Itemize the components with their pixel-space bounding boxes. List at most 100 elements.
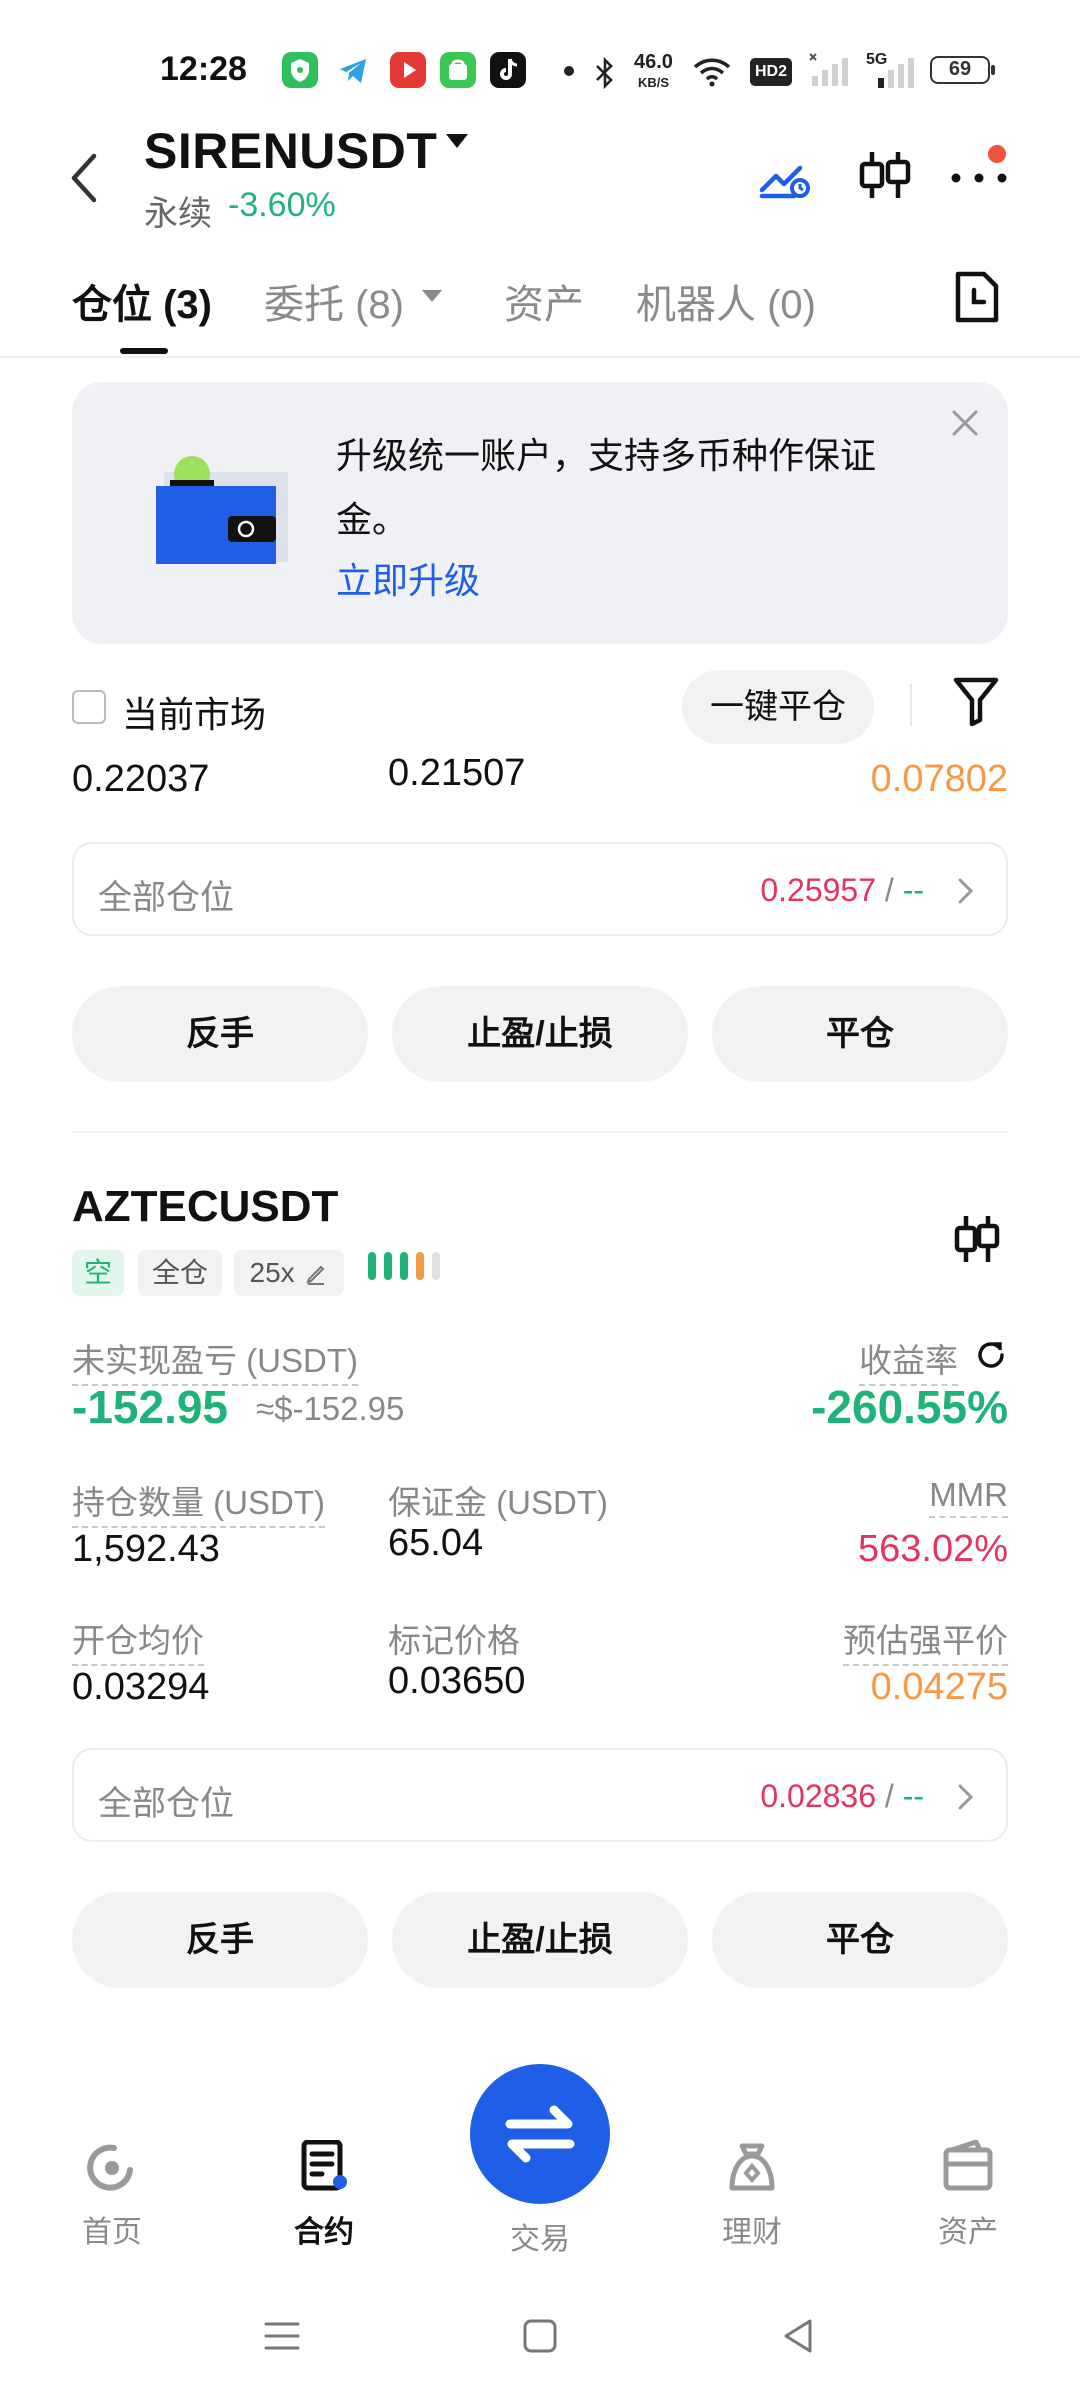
banner-message: 升级统一账户，支持多币种作保证金。 <box>336 435 877 540</box>
side-short-tag: 空 <box>72 1250 124 1296</box>
tab-positions[interactable]: 仓位 (3) <box>72 272 212 330</box>
position-size-value: 1,592.43 <box>72 1528 220 1570</box>
tabs-divider <box>0 356 1080 358</box>
tab-assets[interactable]: 资产 <box>504 272 584 330</box>
tab-orders[interactable]: 委托 (8) <box>264 272 404 330</box>
tab-bots[interactable]: 机器人 (0) <box>636 272 816 330</box>
card1-reverse-button[interactable]: 反手 <box>72 986 368 1082</box>
hd-badge: HD2 <box>750 58 792 86</box>
swap-arrows-icon <box>505 2105 575 2163</box>
home-icon <box>87 2144 133 2191</box>
nav-contract[interactable]: 合约 <box>264 2139 384 2251</box>
card2-reverse-button[interactable]: 反手 <box>72 1892 368 1988</box>
mmr-label[interactable]: MMR <box>929 1476 1008 1518</box>
current-market-checkbox[interactable] <box>72 690 106 724</box>
edit-pencil-icon <box>306 1265 325 1285</box>
liquidation-price-label[interactable]: 预估强平价 <box>843 1614 1008 1666</box>
margin-label: 保证金 (USDT) <box>388 1484 608 1521</box>
symbol-title[interactable]: SIRENUSDT <box>144 122 437 180</box>
unrealized-pnl-label[interactable]: 未实现盈亏 (USDT) <box>72 1334 358 1386</box>
trend-bell-icon[interactable] <box>756 146 814 204</box>
card1-mark-price: 0.21507 <box>388 752 526 794</box>
card1-close-button[interactable]: 平仓 <box>712 986 1008 1082</box>
card1-all-positions-row[interactable]: 全部仓位 0.25957 / -- <box>72 842 1008 936</box>
mmr-value: 563.02% <box>857 1528 1008 1570</box>
nav-home[interactable]: 首页 <box>52 2140 172 2251</box>
symbol-dropdown-caret-icon[interactable] <box>446 134 468 148</box>
mark-price-value: 0.03650 <box>388 1660 526 1702</box>
battery-indicator: 69 <box>930 56 995 84</box>
chevron-right-icon <box>956 1782 976 1812</box>
position-size-label[interactable]: 持仓数量 (USDT) <box>72 1476 325 1528</box>
net-speed-value: 46.0 <box>634 51 673 73</box>
leverage-tag[interactable]: 25x <box>234 1250 344 1296</box>
entry-price-label[interactable]: 开仓均价 <box>72 1614 204 1666</box>
all-positions-label: 全部仓位 <box>98 1785 234 1823</box>
wallet-illustration-icon <box>152 452 292 570</box>
wallet-icon <box>943 2139 993 2191</box>
back-chevron-icon[interactable] <box>68 152 102 204</box>
card2-symbol[interactable]: AZTECUSDT <box>72 1182 338 1232</box>
liquidation-price-value: 0.04275 <box>870 1666 1008 1708</box>
all-positions-dash: -- <box>902 1778 924 1814</box>
system-back-icon[interactable] <box>778 2316 818 2356</box>
nav-assets-label: 资产 <box>938 2216 998 2249</box>
all-positions-label: 全部仓位 <box>98 879 234 917</box>
active-tab-indicator <box>120 348 168 354</box>
refresh-icon[interactable] <box>974 1338 1008 1372</box>
margin-value: 65.04 <box>388 1522 484 1564</box>
nav-earn-label: 理财 <box>722 2216 782 2249</box>
telegram-app-icon <box>336 52 372 88</box>
system-home-icon[interactable] <box>520 2316 560 2356</box>
system-menu-icon[interactable] <box>262 2316 302 2356</box>
card1-tp-sl-button[interactable]: 止盈/止损 <box>392 986 688 1082</box>
card-separator <box>72 1131 1008 1133</box>
nav-home-label: 首页 <box>82 2216 142 2249</box>
all-positions-value: 0.25957 / -- <box>760 872 924 909</box>
candlestick-chart-icon[interactable] <box>856 146 914 204</box>
history-document-icon[interactable] <box>954 270 1000 324</box>
unrealized-pnl-usd: ≈$-152.95 <box>256 1390 405 1427</box>
chevron-right-icon <box>956 876 976 906</box>
filter-separator <box>910 684 912 726</box>
card1-entry-price: 0.22037 <box>72 758 210 800</box>
card1-liq-price: 0.07802 <box>870 758 1008 800</box>
wifi-icon <box>692 56 732 88</box>
card2-close-button[interactable]: 平仓 <box>712 1892 1008 1988</box>
security-app-icon <box>282 52 318 88</box>
close-all-button[interactable]: 一键平仓 <box>682 670 874 744</box>
roe-label[interactable]: 收益率 <box>859 1334 958 1386</box>
trade-button[interactable] <box>470 2064 610 2204</box>
upgrade-now-link[interactable]: 立即升级 <box>336 552 480 604</box>
filter-funnel-icon[interactable] <box>952 676 1000 728</box>
price-change-percent: -3.60% <box>228 186 336 224</box>
adl-risk-bars-icon <box>366 1250 454 1282</box>
net-speed-unit: KB/S <box>638 75 670 90</box>
notification-dot-icon <box>564 66 574 76</box>
banner-close-icon[interactable] <box>948 406 982 440</box>
contract-icon <box>301 2139 347 2191</box>
roe-value: -260.55% <box>811 1381 1008 1433</box>
card2-candlestick-chart-icon[interactable] <box>952 1210 1002 1268</box>
tiktok-app-icon <box>490 52 526 88</box>
card2-tp-sl-button[interactable]: 止盈/止损 <box>392 1892 688 1988</box>
all-positions-dash: -- <box>902 872 924 908</box>
all-positions-pnl: 0.25957 <box>760 872 877 908</box>
nav-assets[interactable]: 资产 <box>908 2139 1028 2251</box>
nav-earn[interactable]: 理财 <box>692 2140 812 2251</box>
screen: 12:28 46.0 KB/S HD2 5G 69 SIRENUSDT 永续 -… <box>0 0 1080 2400</box>
nav-contract-label: 合约 <box>294 2216 354 2249</box>
card2-all-positions-row[interactable]: 全部仓位 0.02836 / -- <box>72 1748 1008 1842</box>
nav-trade-label[interactable]: 交易 <box>470 2214 610 2258</box>
all-positions-slash: / <box>884 872 894 908</box>
orders-dropdown-caret-icon[interactable] <box>422 290 442 302</box>
video-app-icon <box>390 52 426 88</box>
current-market-label[interactable]: 当前市场 <box>122 686 266 738</box>
status-time: 12:28 <box>160 50 247 88</box>
bluetooth-icon <box>594 56 616 90</box>
all-positions-value: 0.02836 / -- <box>760 1778 924 1815</box>
signal-1-icon <box>808 52 852 88</box>
signal-2-icon <box>866 56 916 88</box>
shopping-app-icon <box>440 52 476 88</box>
notification-badge <box>988 145 1006 163</box>
